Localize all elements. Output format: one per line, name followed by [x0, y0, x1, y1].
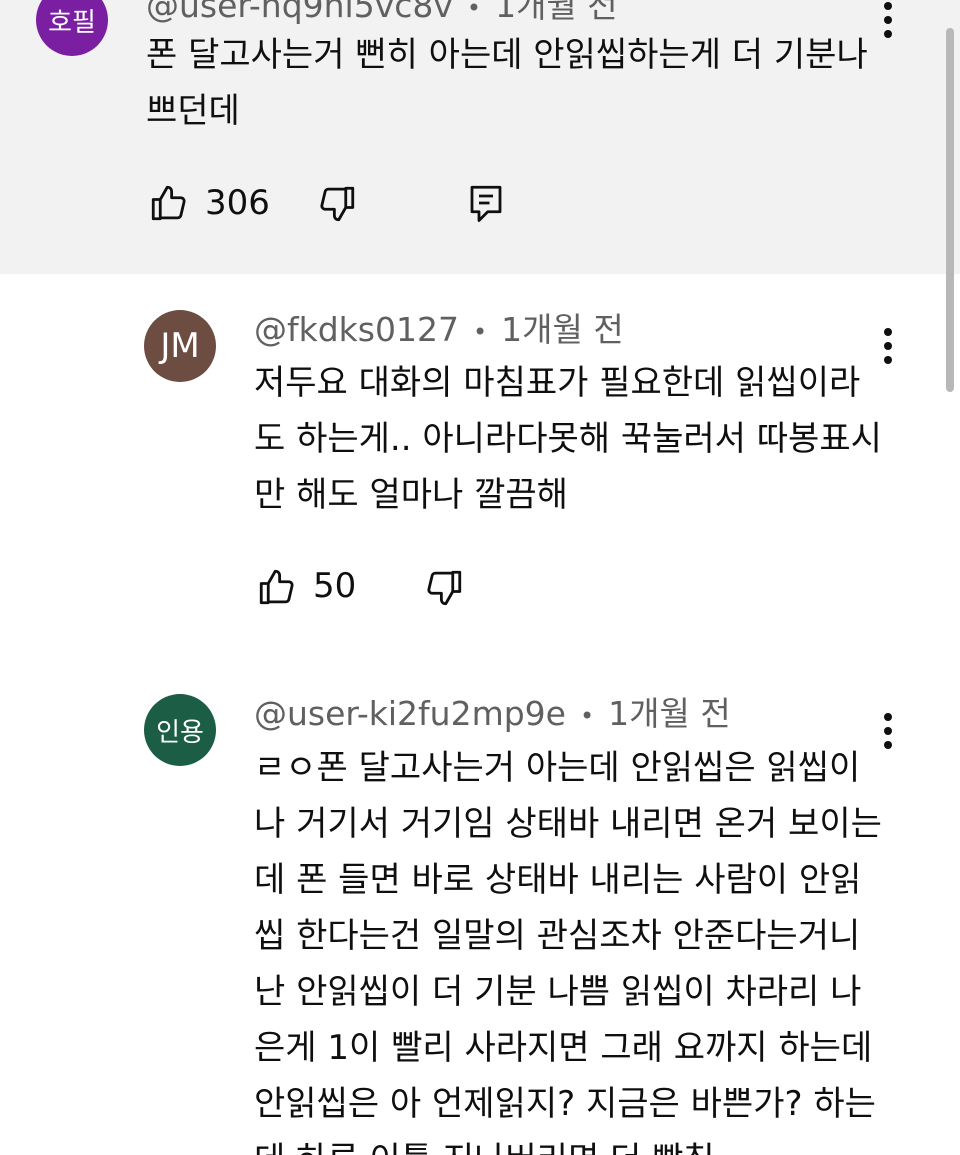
- comment-meta: @user-ki2fu2mp9e • 1개월 전: [254, 694, 731, 736]
- avatar[interactable]: 인용: [144, 694, 216, 766]
- comment-line: 데 폰 들면 바로 상태바 내리는 사람이 안읽: [254, 860, 862, 900]
- thumbs-up-icon[interactable]: [148, 182, 190, 224]
- comment-meta: @user-hq9hi5vc8v • 1개월 전: [146, 0, 618, 28]
- comment-line: 도 하는게.. 아니라다못해 꾹눌러서 따봉표시: [254, 419, 882, 459]
- comment-text: 폰 달고사는거 뻔히 아는데 안읽씹하는게 더 기분나 쁘던데: [146, 27, 868, 139]
- comment-line: 나 거기서 거기임 상태바 내리면 온거 보이는: [254, 804, 882, 844]
- meta-separator: •: [472, 317, 488, 346]
- more-vert-icon[interactable]: [878, 0, 898, 42]
- comment-author[interactable]: @user-hq9hi5vc8v: [146, 0, 453, 25]
- like-count: 306: [205, 183, 270, 223]
- scrollbar-thumb[interactable]: [946, 28, 954, 392]
- comment-author[interactable]: @user-ki2fu2mp9e: [254, 694, 566, 733]
- comment-author[interactable]: @fkdks0127: [254, 310, 459, 349]
- avatar-initials: 호필: [48, 7, 96, 38]
- comment-line: 씹 한다는건 일말의 관심조차 안준다는거니: [254, 916, 861, 956]
- thumbs-down-icon[interactable]: [316, 183, 358, 225]
- reply-icon[interactable]: [465, 182, 507, 224]
- avatar-initials: 인용: [156, 717, 204, 748]
- comment-line: 난 안읽씹이 더 기분 나쁨 읽씹이 차라리 나: [254, 972, 862, 1012]
- comment-line: 폰 달고사는거 뻔히 아는데 안읽씹하는게 더 기분나: [146, 35, 868, 75]
- meta-separator: •: [579, 701, 595, 730]
- comment-line: 데 하루 이틀 지나버리면 더 빡침: [254, 1132, 882, 1155]
- comment-line: 은게 1이 빨리 사라지면 그래 요까지 하는데: [254, 1028, 873, 1068]
- comment-text: ㄹㅇ폰 달고사는거 아는데 안읽씹은 읽씹이 나 거기서 거기임 상태바 내리면…: [254, 740, 882, 1155]
- comment-line: ㄹㅇ폰 달고사는거 아는데 안읽씹은 읽씹이: [254, 748, 861, 788]
- comments-page: 호필 @user-hq9hi5vc8v • 1개월 전 폰 달고사는거 뻔히 아는데…: [0, 0, 960, 1155]
- thumbs-down-icon[interactable]: [423, 567, 465, 609]
- comment-time: 1개월 전: [608, 694, 731, 733]
- thumbs-up-icon[interactable]: [256, 566, 298, 608]
- comment-line: 쁘던데: [146, 91, 240, 131]
- comment-line: 만 해도 얼마나 깔끔해: [254, 475, 568, 515]
- avatar-initials: JM: [160, 326, 200, 366]
- like-count: 50: [313, 566, 357, 606]
- comment-time: 1개월 전: [495, 0, 618, 25]
- comment-time: 1개월 전: [501, 310, 624, 349]
- comment-meta: @fkdks0127 • 1개월 전: [254, 310, 624, 352]
- comment-line: 저두요 대화의 마침표가 필요한데 읽씹이라: [254, 363, 861, 403]
- comment-text: 저두요 대화의 마침표가 필요한데 읽씹이라 도 하는게.. 아니라다못해 꾹눌…: [254, 355, 882, 523]
- meta-separator: •: [466, 0, 482, 22]
- avatar[interactable]: JM: [144, 310, 216, 382]
- comment-line: 안읽씹은 아 언제읽지? 지금은 바쁜가? 하는: [254, 1084, 876, 1124]
